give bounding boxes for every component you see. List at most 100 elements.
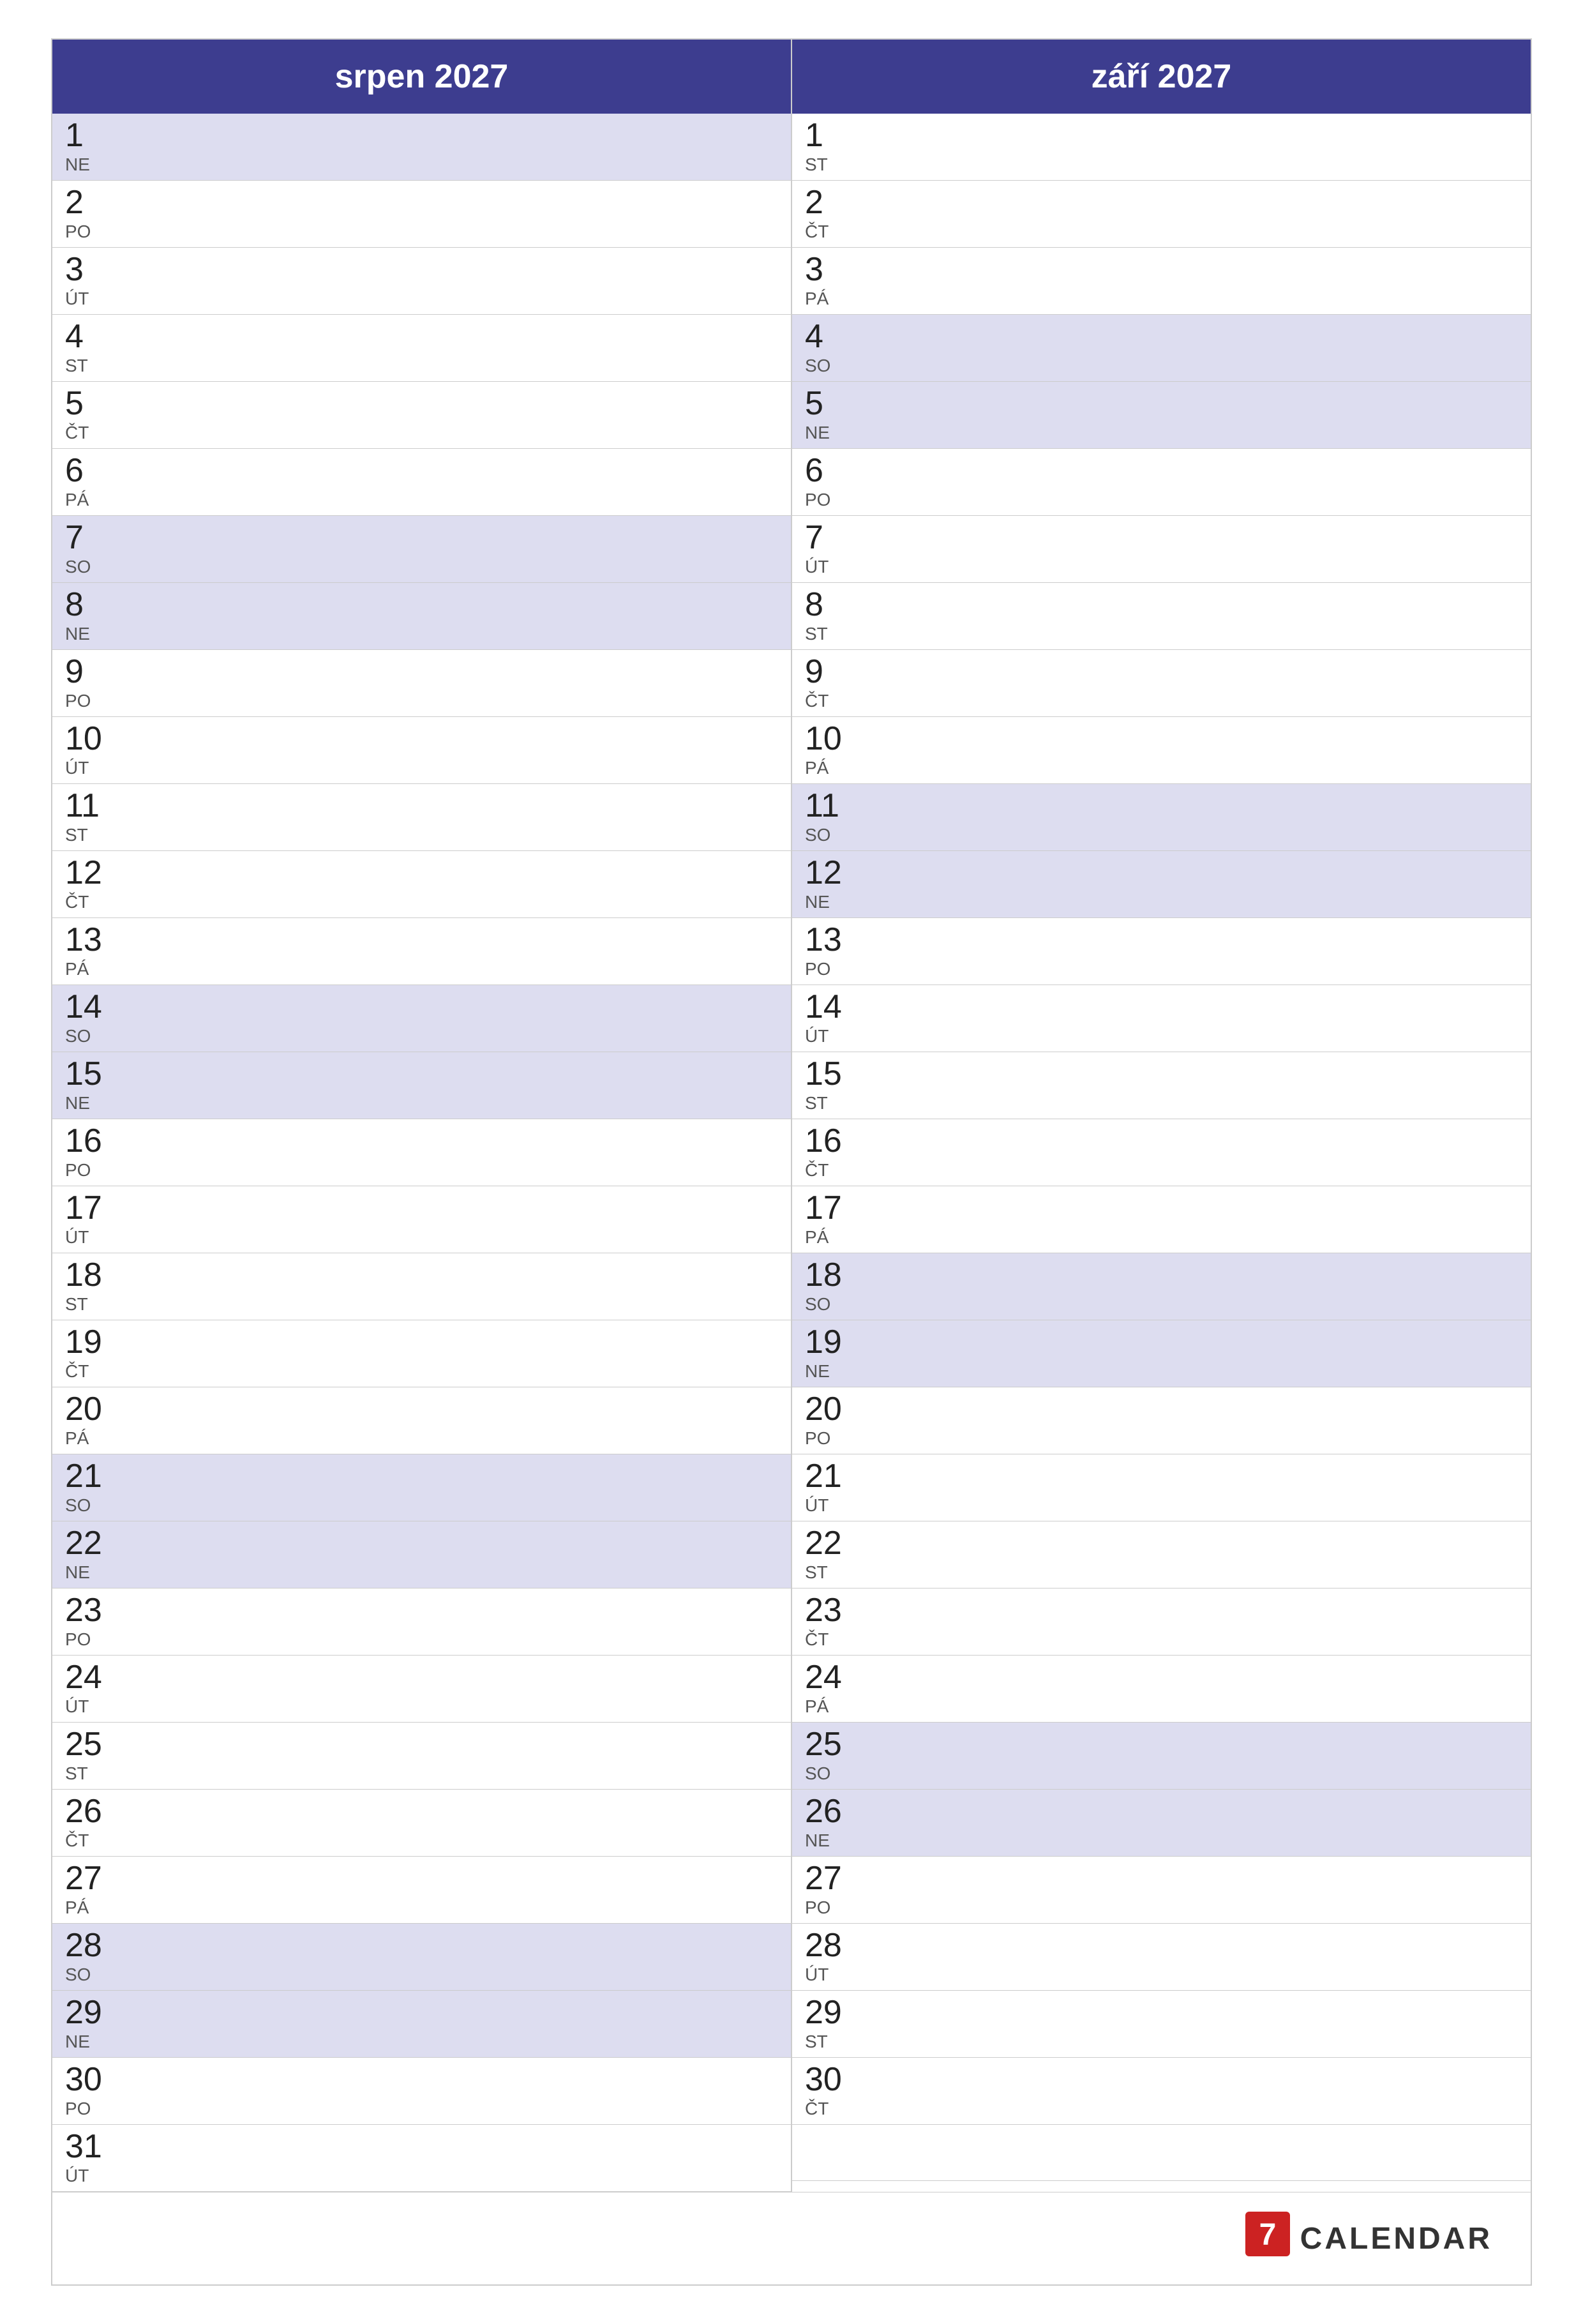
calendar-body: 1 NE 2 PO 3 ÚT 4 ST <box>52 114 1531 2192</box>
day-name: NE <box>805 423 856 443</box>
day-name: ST <box>805 624 856 644</box>
day-name: ČT <box>65 423 116 443</box>
day-name: NE <box>65 1562 116 1583</box>
month-header-september: září 2027 <box>792 40 1531 114</box>
day-row: 28 ÚT <box>792 1924 1531 1991</box>
day-number: 25 <box>805 1728 856 1761</box>
day-name: SO <box>805 356 856 376</box>
day-name: ST <box>805 1093 856 1113</box>
day-row: 18 ST <box>52 1253 791 1320</box>
day-row: 27 PÁ <box>52 1857 791 1924</box>
day-info: 3 ÚT <box>65 253 116 309</box>
day-info: 18 SO <box>805 1258 856 1315</box>
day-row: 30 PO <box>52 2058 791 2125</box>
month-column-september: 1 ST 2 ČT 3 PÁ 4 SO <box>792 114 1531 2192</box>
day-name: ST <box>65 356 116 376</box>
day-number: 27 <box>805 1862 856 1895</box>
day-info: 4 ST <box>65 320 116 376</box>
day-number: 28 <box>805 1929 856 1962</box>
day-info: 9 ČT <box>805 655 856 711</box>
day-info: 26 NE <box>805 1795 856 1851</box>
day-row: 26 ČT <box>52 1790 791 1857</box>
day-row: 17 PÁ <box>792 1186 1531 1253</box>
day-row: 10 ÚT <box>52 717 791 784</box>
calendar-container: srpen 2027 září 2027 1 NE 2 PO 3 ÚT <box>51 38 1532 2286</box>
day-number: 7 <box>805 521 856 554</box>
day-info: 11 ST <box>65 789 116 845</box>
day-number: 9 <box>65 655 116 688</box>
day-row: 21 SO <box>52 1454 791 1521</box>
day-number: 11 <box>805 789 856 822</box>
day-name: NE <box>65 624 116 644</box>
day-name: SO <box>805 1294 856 1315</box>
day-row: 6 PÁ <box>52 449 791 516</box>
day-name: PÁ <box>65 959 116 979</box>
day-row: 14 SO <box>52 985 791 1052</box>
day-info: 2 ČT <box>805 186 856 242</box>
day-number: 8 <box>805 588 856 621</box>
day-number: 2 <box>65 186 116 219</box>
day-row: 2 ČT <box>792 181 1531 248</box>
day-number: 6 <box>805 454 856 487</box>
day-info: 13 PO <box>805 923 856 979</box>
day-number: 3 <box>65 253 116 286</box>
day-row: 9 PO <box>52 650 791 717</box>
day-number: 21 <box>65 1460 116 1493</box>
day-info: 26 ČT <box>65 1795 116 1851</box>
day-info: 25 ST <box>65 1728 116 1784</box>
day-info: 29 NE <box>65 1996 116 2052</box>
day-info: 10 PÁ <box>805 722 856 778</box>
day-number: 22 <box>805 1527 856 1560</box>
day-number: 15 <box>805 1057 856 1090</box>
day-info: 16 ČT <box>805 1124 856 1181</box>
day-info: 18 ST <box>65 1258 116 1315</box>
day-info: 12 NE <box>805 856 856 912</box>
footer-logo: 7 CALENDAR <box>1245 2212 1492 2265</box>
day-info: 7 SO <box>65 521 116 577</box>
day-name: ÚT <box>65 1696 116 1717</box>
day-number: 25 <box>65 1728 116 1761</box>
day-number: 10 <box>805 722 856 755</box>
day-info: 27 PÁ <box>65 1862 116 1918</box>
day-name: ÚT <box>65 2166 116 2186</box>
day-name: PO <box>65 1160 116 1181</box>
day-number: 19 <box>805 1325 856 1359</box>
day-info: 24 ÚT <box>65 1661 116 1717</box>
day-number: 8 <box>65 588 116 621</box>
day-number: 7 <box>65 521 116 554</box>
day-name: NE <box>65 2032 116 2052</box>
day-row: 7 ÚT <box>792 516 1531 583</box>
day-name: ČT <box>805 1160 856 1181</box>
day-name: PÁ <box>65 1428 116 1449</box>
day-info: 23 PO <box>65 1594 116 1650</box>
day-name: ÚT <box>805 557 856 577</box>
day-number: 5 <box>65 387 116 420</box>
day-row: 20 PO <box>792 1387 1531 1454</box>
day-number: 4 <box>805 320 856 353</box>
day-row: 20 PÁ <box>52 1387 791 1454</box>
day-number: 11 <box>65 789 116 822</box>
day-number: 26 <box>65 1795 116 1828</box>
day-info: 13 PÁ <box>65 923 116 979</box>
day-name: ČT <box>65 1830 116 1851</box>
day-name: ÚT <box>805 1495 856 1516</box>
day-name: ČT <box>65 1361 116 1382</box>
day-number: 19 <box>65 1325 116 1359</box>
day-row: 8 NE <box>52 583 791 650</box>
month-header-august: srpen 2027 <box>52 40 792 114</box>
day-name: ÚT <box>65 289 116 309</box>
day-name: NE <box>805 892 856 912</box>
day-name: SO <box>805 1763 856 1784</box>
day-name: PO <box>65 1629 116 1650</box>
day-row: 5 ČT <box>52 382 791 449</box>
day-name: PÁ <box>65 1898 116 1918</box>
day-name: ST <box>65 1763 116 1784</box>
day-info: 6 PÁ <box>65 454 116 510</box>
day-info: 21 ÚT <box>805 1460 856 1516</box>
day-row: 13 PO <box>792 918 1531 985</box>
day-row: 11 ST <box>52 784 791 851</box>
calendar-header-row: srpen 2027 září 2027 <box>52 40 1531 114</box>
day-number: 1 <box>65 119 116 152</box>
day-name: ST <box>805 2032 856 2052</box>
day-info: 11 SO <box>805 789 856 845</box>
